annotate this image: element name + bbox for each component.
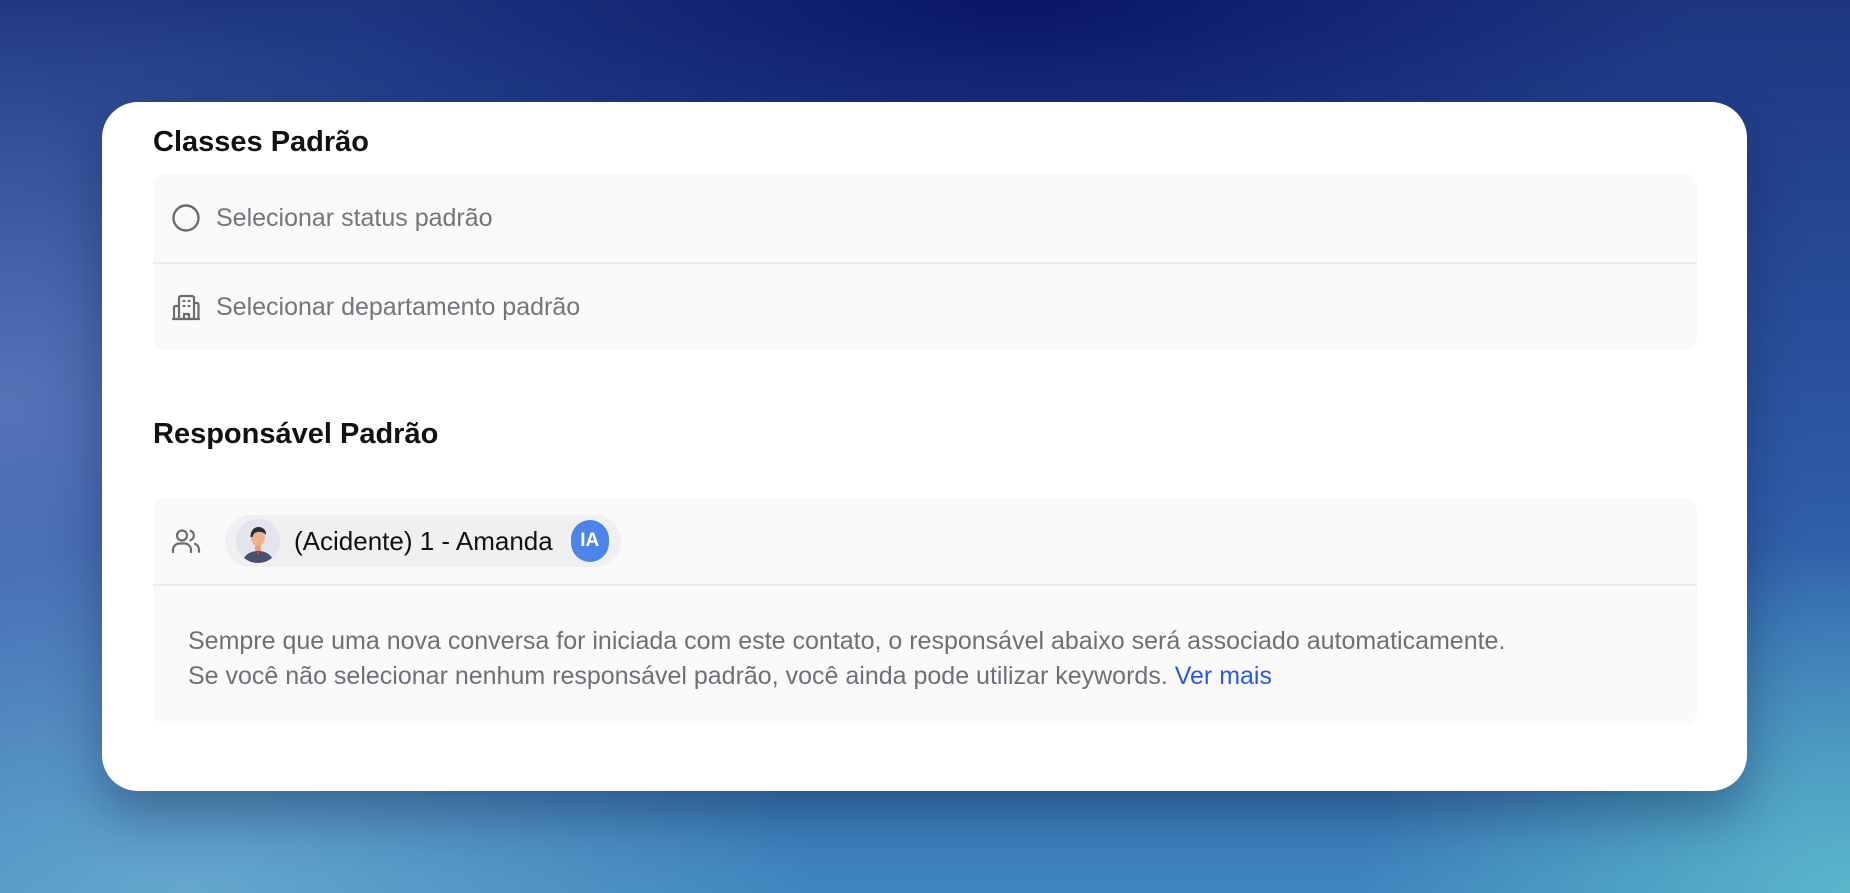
- responsible-section-title: Responsável Padrão: [153, 418, 439, 450]
- help-text: Sempre que uma nova conversa for iniciad…: [153, 584, 1697, 724]
- help-text-line1: Sempre que uma nova conversa for iniciad…: [188, 627, 1506, 655]
- help-text-line2: Se você não selecionar nenhum responsáve…: [188, 662, 1168, 690]
- status-select[interactable]: Selecionar status padrão: [153, 174, 1697, 262]
- assignee-chip[interactable]: (Acidente) 1 - Amanda IA: [225, 515, 621, 567]
- ia-badge: IA: [570, 520, 609, 562]
- avatar: [236, 519, 280, 563]
- assignee-name: (Acidente) 1 - Amanda: [294, 525, 553, 556]
- settings-card: Classes Padrão Selecionar status padrão …: [102, 102, 1747, 791]
- classes-group: Selecionar status padrão Selecionar depa…: [153, 174, 1697, 350]
- department-select[interactable]: Selecionar departamento padrão: [153, 262, 1697, 350]
- status-placeholder: Selecionar status padrão: [216, 203, 493, 232]
- building-icon: [171, 292, 201, 322]
- users-icon: [171, 526, 201, 556]
- circle-icon: [171, 203, 201, 233]
- see-more-link[interactable]: Ver mais: [1175, 662, 1272, 690]
- responsible-select[interactable]: (Acidente) 1 - Amanda IA: [153, 498, 1697, 584]
- department-placeholder: Selecionar departamento padrão: [216, 292, 581, 321]
- responsible-group: (Acidente) 1 - Amanda IA Sempre que uma …: [153, 498, 1697, 724]
- classes-section-title: Classes Padrão: [153, 126, 370, 158]
